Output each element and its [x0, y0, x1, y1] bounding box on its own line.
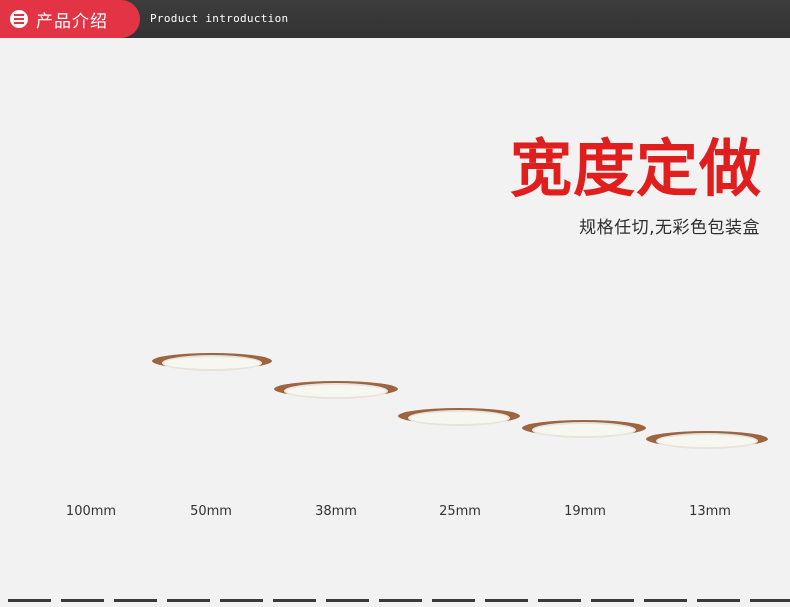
tape-roll-38mm	[274, 381, 398, 476]
roll-label-38mm: 38mm	[315, 504, 357, 519]
tape-roll-19mm	[522, 420, 646, 479]
bottom-divider	[8, 599, 790, 602]
roll-core	[407, 410, 511, 426]
section-subtitle: Product introduction	[150, 12, 289, 25]
headline-subtitle: 规格任切,无彩色包装盒	[579, 218, 760, 238]
tape-roll-13mm	[646, 431, 768, 480]
roll-label-13mm: 13mm	[689, 504, 731, 519]
list-icon	[10, 10, 28, 28]
section-tag: 产品介绍	[0, 0, 140, 38]
tape-roll-100mm	[30, 254, 158, 474]
tape-roll-25mm	[398, 408, 520, 477]
headline-title: 宽度定做	[509, 132, 762, 205]
roll-label-50mm: 50mm	[190, 504, 232, 519]
roll-label-19mm: 19mm	[564, 504, 606, 519]
roll-core	[655, 433, 759, 449]
roll-core	[531, 422, 637, 438]
roll-core	[161, 355, 263, 371]
tape-roll-50mm	[152, 353, 272, 476]
section-tag-label: 产品介绍	[36, 11, 108, 32]
roll-core	[283, 383, 389, 399]
roll-label-100mm: 100mm	[65, 504, 117, 519]
roll-label-25mm: 25mm	[439, 504, 481, 519]
header-bar: 产品介绍 Product introduction	[0, 0, 790, 38]
